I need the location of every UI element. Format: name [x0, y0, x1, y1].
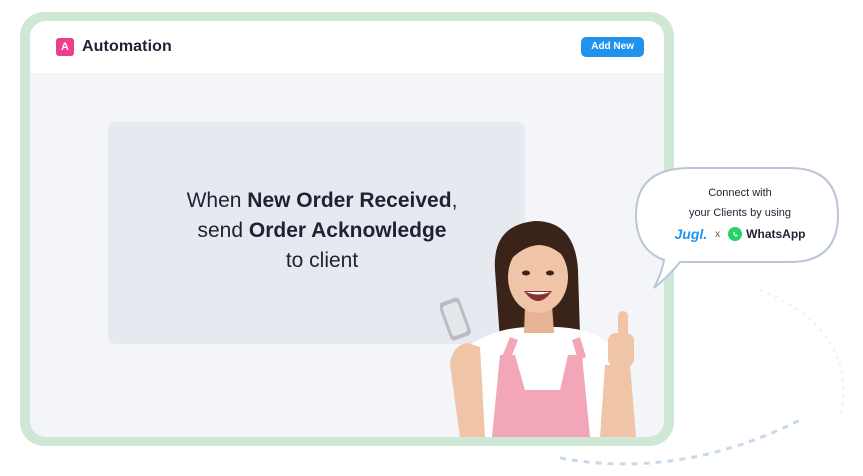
whatsapp-icon: [728, 227, 743, 241]
add-new-button[interactable]: Add New: [581, 37, 644, 57]
bubble-brands: Jugl. x WhatsApp: [640, 226, 840, 242]
app-title: Automation: [82, 38, 172, 55]
brand: A Automation: [56, 38, 172, 56]
bubble-content: Connect with your Clients by using Jugl.…: [640, 183, 840, 242]
app-header: A Automation Add New: [30, 21, 664, 73]
whatsapp-brand: WhatsApp: [728, 227, 806, 241]
bubble-line-2: your Clients by using: [688, 207, 792, 219]
rule-prefix: When: [186, 189, 248, 212]
rule-trigger: New Order Received: [247, 189, 452, 212]
brand-separator: x: [715, 228, 721, 240]
jugl-logo: Jugl.: [674, 226, 708, 242]
whatsapp-label: WhatsApp: [746, 227, 806, 241]
rule-action-prefix: send: [197, 219, 249, 242]
brand-logo-icon: A: [56, 38, 74, 56]
rule-action: Order Acknowledge: [248, 219, 447, 242]
rule-suffix: ,: [451, 189, 458, 212]
person-illustration: [440, 221, 636, 437]
bubble-line-1: Connect with: [708, 187, 772, 199]
